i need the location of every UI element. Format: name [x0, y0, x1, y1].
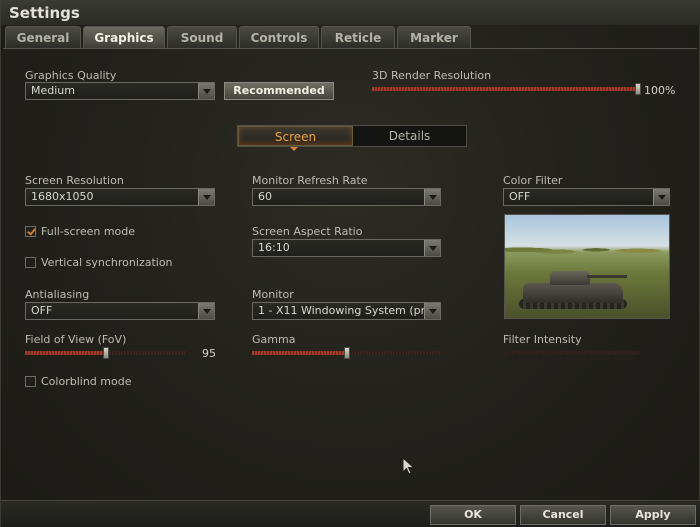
cancel-button[interactable]: Cancel [520, 505, 606, 525]
preview-tank-gun [587, 275, 627, 278]
tab-general[interactable]: General [5, 26, 81, 48]
slider-fill [25, 351, 106, 355]
chevron-down-icon [424, 240, 440, 256]
slider-thumb[interactable] [635, 83, 641, 95]
fov-label: Field of View (FoV) [25, 333, 127, 346]
refresh-rate-value: 60 [258, 190, 272, 203]
vsync-checkbox[interactable] [25, 256, 36, 268]
monitor-select[interactable]: 1 - X11 Windowing System (primary) [252, 302, 441, 320]
tab-bar: General Graphics Sound Controls Reticle … [5, 26, 473, 48]
fov-slider[interactable] [25, 347, 187, 359]
antialiasing-label: Antialiasing [25, 288, 90, 301]
tab-graphics[interactable]: Graphics [83, 26, 165, 48]
antialiasing-select[interactable]: OFF [25, 302, 215, 320]
color-filter-value: OFF [509, 190, 531, 203]
chevron-down-icon [198, 83, 214, 99]
aspect-ratio-select[interactable]: 16:10 [252, 239, 441, 257]
render-resolution-value: 100% [644, 84, 676, 97]
refresh-rate-label: Monitor Refresh Rate [252, 174, 368, 187]
title-bar: Settings [1, 1, 700, 25]
slider-track [503, 351, 639, 355]
chevron-down-icon [424, 303, 440, 319]
monitor-value: 1 - X11 Windowing System (primary) [258, 304, 440, 317]
filter-intensity-label: Filter Intensity [503, 333, 582, 346]
graphics-quality-value: Medium [31, 84, 75, 97]
settings-window: Settings General Graphics Sound Controls… [0, 0, 700, 527]
chevron-down-icon [424, 189, 440, 205]
slider-fill [252, 351, 347, 355]
chevron-down-icon [198, 189, 214, 205]
colorblind-checkbox[interactable] [25, 375, 36, 387]
chevron-down-icon [653, 189, 669, 205]
content-divider [3, 48, 697, 49]
preview-treeline [505, 239, 669, 257]
filter-intensity-slider[interactable] [503, 348, 639, 358]
vsync-label: Vertical synchronization [41, 255, 173, 269]
screen-resolution-select[interactable]: 1680x1050 [25, 188, 215, 206]
gamma-slider[interactable] [252, 347, 441, 359]
slider-thumb[interactable] [343, 347, 350, 359]
tab-details[interactable]: Details [353, 126, 466, 146]
screen-resolution-value: 1680x1050 [31, 190, 94, 203]
graphics-quality-label: Graphics Quality [25, 69, 117, 82]
fov-value: 95 [202, 347, 216, 360]
antialiasing-value: OFF [31, 304, 53, 317]
fullscreen-label: Full-screen mode [41, 224, 136, 238]
aspect-ratio-value: 16:10 [258, 241, 290, 254]
fullscreen-checkbox[interactable] [25, 225, 36, 237]
slider-fill [372, 87, 638, 91]
refresh-rate-select[interactable]: 60 [252, 188, 441, 206]
ok-button[interactable]: OK [430, 505, 516, 525]
color-filter-preview [504, 214, 670, 319]
color-filter-label: Color Filter [503, 174, 563, 187]
slider-thumb[interactable] [103, 347, 109, 359]
mouse-pointer-icon [402, 457, 415, 475]
tab-sound[interactable]: Sound [167, 26, 237, 48]
preview-tank-hull [523, 283, 623, 303]
tab-controls[interactable]: Controls [239, 26, 319, 48]
render-resolution-slider[interactable] [372, 83, 641, 95]
apply-button[interactable]: Apply [610, 505, 696, 525]
tab-marker[interactable]: Marker [397, 26, 471, 48]
colorblind-label: Colorblind mode [41, 374, 132, 388]
aspect-ratio-label: Screen Aspect Ratio [252, 225, 363, 238]
view-switch: Screen Details [237, 125, 467, 147]
tab-reticle[interactable]: Reticle [321, 26, 395, 48]
tab-screen[interactable]: Screen [238, 126, 353, 146]
preview-tank-turret [550, 271, 590, 285]
window-title: Settings [9, 4, 80, 22]
monitor-label: Monitor [252, 288, 294, 301]
render-resolution-label: 3D Render Resolution [372, 69, 492, 82]
recommended-button[interactable]: Recommended [224, 82, 334, 100]
graphics-quality-select[interactable]: Medium [25, 82, 215, 100]
chevron-down-icon [198, 303, 214, 319]
color-filter-select[interactable]: OFF [503, 188, 670, 206]
colorblind-option[interactable]: Colorblind mode [25, 374, 131, 388]
active-indicator-icon [290, 147, 298, 151]
fullscreen-option[interactable]: Full-screen mode [25, 224, 135, 238]
gamma-label: Gamma [252, 333, 296, 346]
screen-resolution-label: Screen Resolution [25, 174, 124, 187]
vsync-option[interactable]: Vertical synchronization [25, 255, 173, 269]
